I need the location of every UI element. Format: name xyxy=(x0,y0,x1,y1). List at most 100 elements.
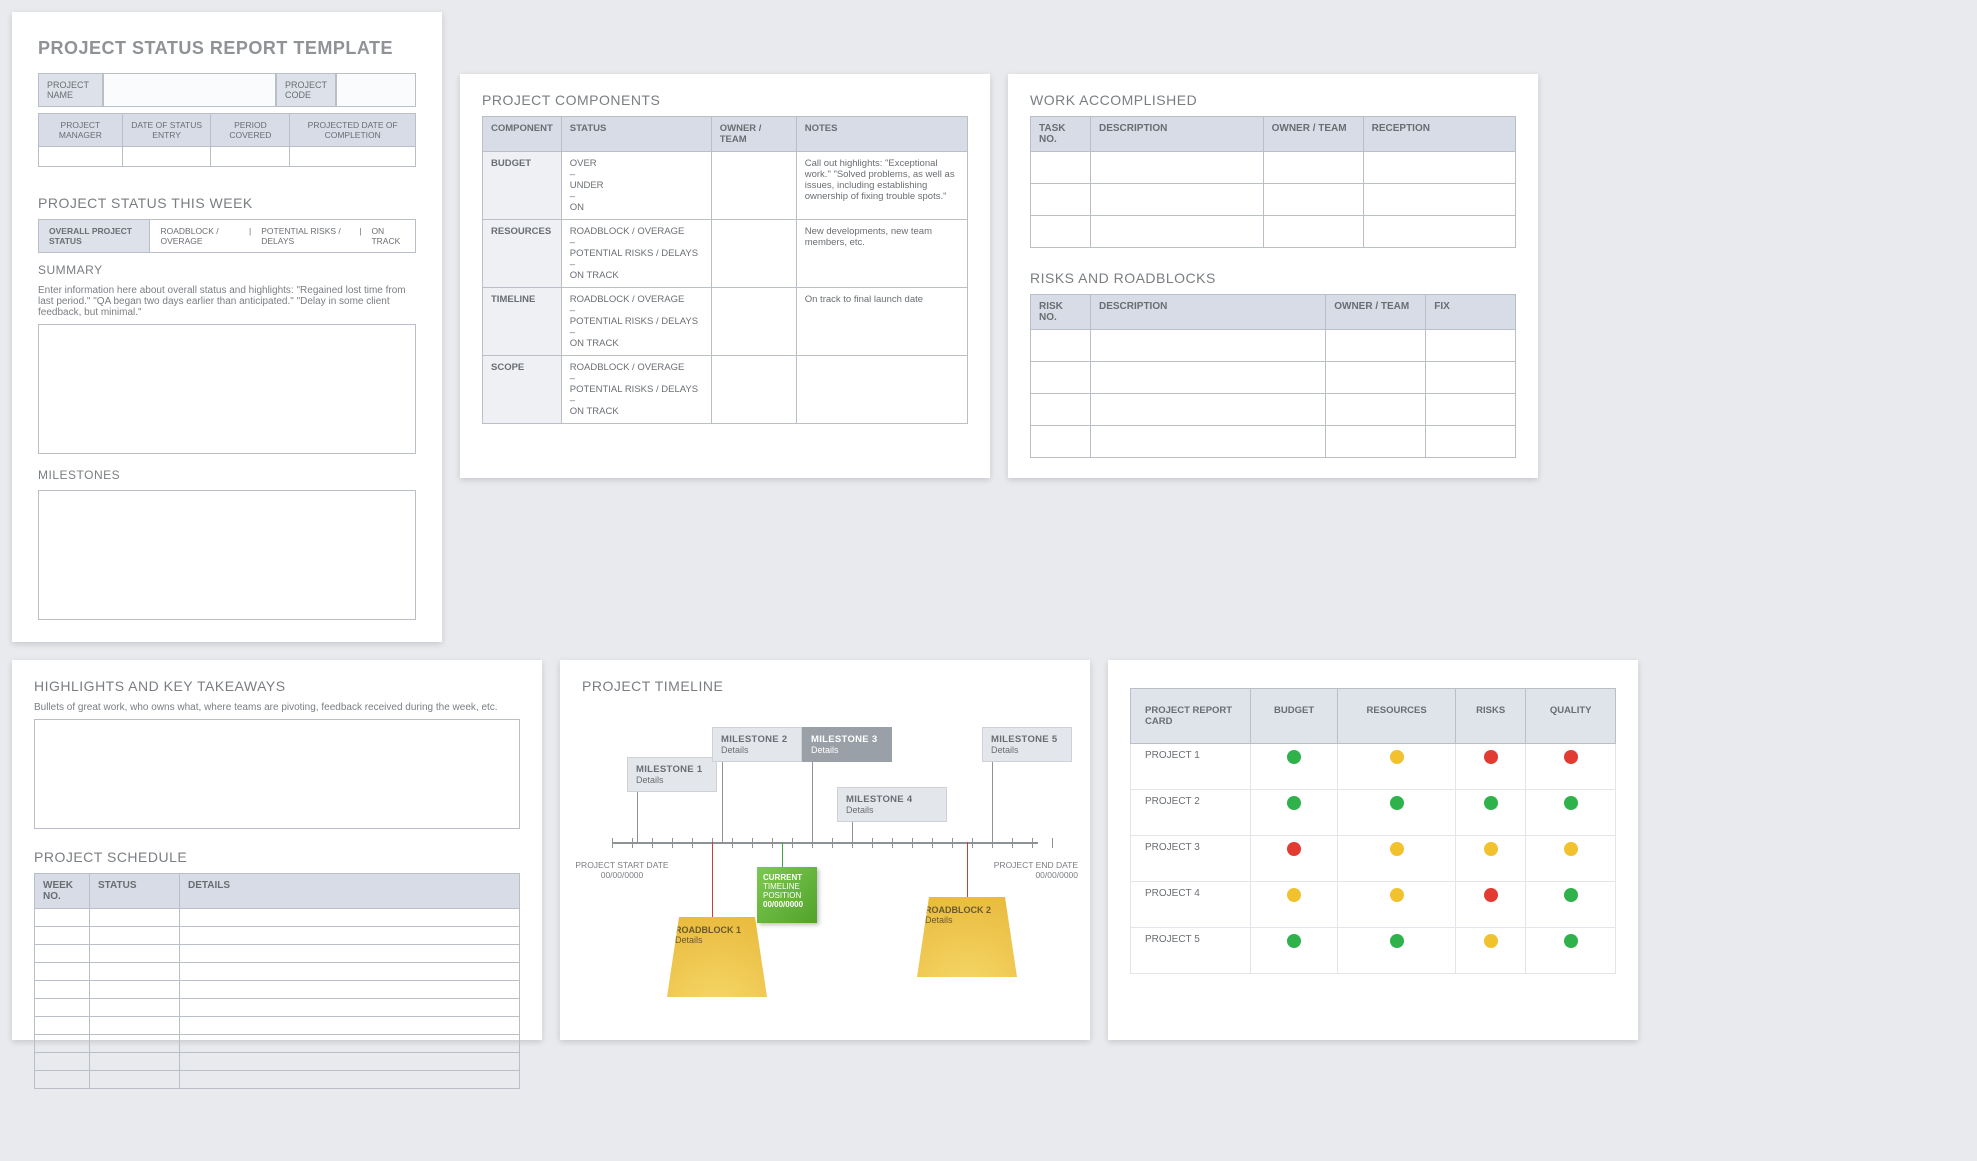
table-cell[interactable] xyxy=(1091,426,1326,458)
meta-h2: PERIOD COVERED xyxy=(211,114,290,147)
table-cell[interactable] xyxy=(1263,216,1363,248)
status-opt-risks[interactable]: POTENTIAL RISKS / DELAYS xyxy=(251,220,359,252)
timeline-tick xyxy=(672,838,673,848)
table-cell[interactable] xyxy=(1326,394,1426,426)
work-table: TASK NO. DESCRIPTION OWNER / TEAM RECEPT… xyxy=(1030,116,1516,248)
table-cell[interactable] xyxy=(35,909,90,927)
table-cell[interactable] xyxy=(35,1071,90,1089)
table-cell[interactable] xyxy=(90,981,180,999)
table-cell[interactable] xyxy=(1426,394,1516,426)
table-cell[interactable] xyxy=(35,981,90,999)
table-cell[interactable] xyxy=(1426,330,1516,362)
timeline-tick xyxy=(952,838,953,848)
table-cell[interactable] xyxy=(1263,184,1363,216)
comp-owner[interactable] xyxy=(711,152,796,220)
table-cell[interactable] xyxy=(180,1053,520,1071)
table-cell[interactable] xyxy=(1031,184,1091,216)
comp-owner[interactable] xyxy=(711,220,796,288)
table-cell[interactable] xyxy=(1031,152,1091,184)
table-cell[interactable] xyxy=(1326,330,1426,362)
summary-hint: Enter information here about overall sta… xyxy=(38,285,416,318)
project-code-value[interactable] xyxy=(336,73,416,107)
table-cell[interactable] xyxy=(1426,362,1516,394)
table-cell[interactable] xyxy=(1091,152,1264,184)
table-cell[interactable] xyxy=(1326,362,1426,394)
timeline-tick xyxy=(832,838,833,848)
comp-notes[interactable]: On track to final launch date xyxy=(796,288,967,356)
status-dot-green xyxy=(1564,888,1578,902)
table-cell[interactable] xyxy=(1426,426,1516,458)
comp-label: SCOPE xyxy=(483,356,562,424)
comp-h3: NOTES xyxy=(796,117,967,152)
table-cell[interactable] xyxy=(1091,184,1264,216)
table-cell[interactable] xyxy=(180,981,520,999)
table-cell[interactable] xyxy=(1031,216,1091,248)
work-h2: OWNER / TEAM xyxy=(1263,117,1363,152)
ms-connector xyxy=(637,792,638,842)
table-cell[interactable] xyxy=(35,1053,90,1071)
table-cell[interactable] xyxy=(180,1035,520,1053)
table-cell[interactable] xyxy=(90,1035,180,1053)
table-cell[interactable] xyxy=(35,945,90,963)
table-cell[interactable] xyxy=(1363,152,1515,184)
table-cell[interactable] xyxy=(1031,394,1091,426)
comp-status[interactable]: ROADBLOCK / OVERAGE – POTENTIAL RISKS / … xyxy=(561,356,711,424)
table-cell[interactable] xyxy=(90,927,180,945)
comp-notes[interactable]: Call out highlights: "Exceptional work."… xyxy=(796,152,967,220)
table-cell[interactable] xyxy=(90,999,180,1017)
meta-cell[interactable] xyxy=(122,147,211,167)
table-cell[interactable] xyxy=(35,927,90,945)
table-cell[interactable] xyxy=(180,927,520,945)
table-cell[interactable] xyxy=(1091,330,1326,362)
table-cell[interactable] xyxy=(1326,426,1426,458)
table-cell[interactable] xyxy=(180,1017,520,1035)
comp-status[interactable]: ROADBLOCK / OVERAGE – POTENTIAL RISKS / … xyxy=(561,288,711,356)
status-dot-red xyxy=(1484,750,1498,764)
status-opt-roadblock[interactable]: ROADBLOCK / OVERAGE xyxy=(150,220,249,252)
rc-h2: RESOURCES xyxy=(1338,689,1456,744)
comp-owner[interactable] xyxy=(711,356,796,424)
comp-status[interactable]: ROADBLOCK / OVERAGE – POTENTIAL RISKS / … xyxy=(561,220,711,288)
table-cell[interactable] xyxy=(35,1017,90,1035)
table-cell[interactable] xyxy=(1031,362,1091,394)
status-opt-ontrack[interactable]: ON TRACK xyxy=(361,220,415,252)
comp-notes[interactable] xyxy=(796,356,967,424)
status-dot-green xyxy=(1564,796,1578,810)
meta-cell[interactable] xyxy=(39,147,123,167)
comp-status[interactable]: OVER – UNDER – ON xyxy=(561,152,711,220)
table-cell[interactable] xyxy=(1091,394,1326,426)
table-cell[interactable] xyxy=(90,945,180,963)
table-cell[interactable] xyxy=(180,945,520,963)
table-cell[interactable] xyxy=(35,999,90,1017)
table-cell[interactable] xyxy=(1091,216,1264,248)
meta-cell[interactable] xyxy=(290,147,416,167)
ms-connector xyxy=(852,822,853,842)
table-cell[interactable] xyxy=(180,963,520,981)
table-cell[interactable] xyxy=(1091,362,1326,394)
table-cell[interactable] xyxy=(1263,152,1363,184)
table-cell[interactable] xyxy=(180,909,520,927)
comp-notes[interactable]: New developments, new team members, etc. xyxy=(796,220,967,288)
table-cell[interactable] xyxy=(180,1071,520,1089)
table-cell[interactable] xyxy=(1031,330,1091,362)
table-cell[interactable] xyxy=(90,1053,180,1071)
sched-h1: STATUS xyxy=(90,874,180,909)
table-cell[interactable] xyxy=(1031,426,1091,458)
timeline-tick xyxy=(632,838,633,848)
table-cell[interactable] xyxy=(90,963,180,981)
highlights-box[interactable] xyxy=(34,719,520,829)
milestones-box[interactable] xyxy=(38,490,416,620)
table-cell[interactable] xyxy=(90,1071,180,1089)
table-cell[interactable] xyxy=(1363,184,1515,216)
comp-owner[interactable] xyxy=(711,288,796,356)
meta-cell[interactable] xyxy=(211,147,290,167)
table-cell[interactable] xyxy=(90,909,180,927)
table-cell[interactable] xyxy=(35,1035,90,1053)
table-cell[interactable] xyxy=(180,999,520,1017)
table-cell[interactable] xyxy=(35,963,90,981)
table-cell[interactable] xyxy=(1363,216,1515,248)
summary-box[interactable] xyxy=(38,324,416,454)
timeline-tick xyxy=(792,838,793,848)
project-name-value[interactable] xyxy=(103,73,276,107)
table-cell[interactable] xyxy=(90,1017,180,1035)
